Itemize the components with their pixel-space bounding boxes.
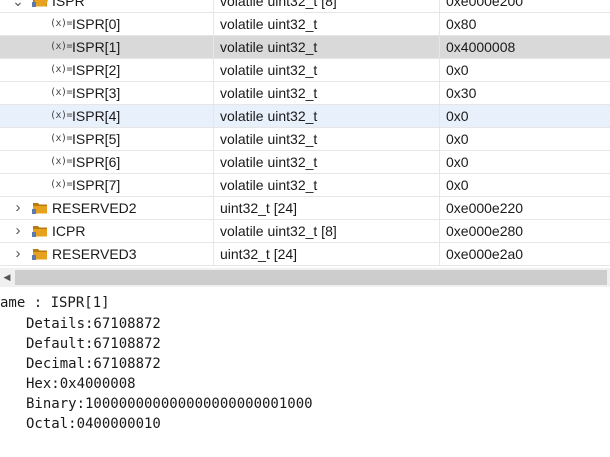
- folder-closed-icon: [32, 226, 47, 237]
- value-cell[interactable]: 0xe000e2a0: [439, 243, 610, 265]
- variable-name: ISPR: [52, 0, 85, 9]
- variable-name: ISPR[6]: [72, 154, 121, 170]
- variable-icon: (x)=: [50, 18, 73, 29]
- name-cell: › RESERVED3: [0, 243, 212, 265]
- tree-row[interactable]: (x)= ISPR[6] volatile uint32_t 0x0: [0, 151, 610, 174]
- tree-row[interactable]: (x)= ISPR[7] volatile uint32_t 0x0: [0, 174, 610, 197]
- value-cell[interactable]: 0xe000e220: [439, 197, 610, 219]
- folder-open-icon: [32, 0, 48, 7]
- chevron-right-icon[interactable]: ›: [12, 197, 24, 219]
- variable-icon: (x)=: [50, 64, 73, 75]
- detail-pane: ame : ISPR[1] Details:67108872 Default:6…: [0, 288, 610, 457]
- tree-row[interactable]: (x)= ISPR[2] volatile uint32_t 0x0: [0, 59, 610, 82]
- variable-name: ICPR: [52, 223, 86, 239]
- name-cell: (x)= ISPR[1]: [0, 36, 212, 58]
- value-cell[interactable]: 0x4000008: [439, 36, 610, 58]
- value-cell[interactable]: 0xe000e200: [439, 0, 610, 12]
- value-cell[interactable]: 0x0: [439, 128, 610, 150]
- chevron-right-icon[interactable]: ›: [12, 243, 24, 265]
- tree-row[interactable]: (x)= ISPR[4] volatile uint32_t 0x0: [0, 105, 610, 128]
- folder-closed-icon: [32, 203, 47, 214]
- variable-name: ISPR[3]: [72, 85, 121, 101]
- value-cell[interactable]: 0x0: [439, 105, 610, 127]
- variable-icon: (x)=: [50, 179, 73, 190]
- variable-name: ISPR[1]: [72, 39, 121, 55]
- variable-name: ISPR[7]: [72, 177, 121, 193]
- variable-icon: (x)=: [50, 133, 73, 144]
- horizontal-scrollbar[interactable]: ◀: [0, 268, 610, 287]
- tree-row[interactable]: (x)= ISPR[3] volatile uint32_t 0x30: [0, 82, 610, 105]
- value-cell[interactable]: 0xe000e280: [439, 220, 610, 242]
- type-cell: volatile uint32_t: [213, 128, 438, 150]
- type-cell: volatile uint32_t [8]: [213, 0, 438, 12]
- type-cell: uint32_t [24]: [213, 197, 438, 219]
- detail-decimal: Decimal:67108872: [26, 356, 161, 372]
- name-cell: (x)= ISPR[6]: [0, 151, 212, 173]
- type-cell: volatile uint32_t: [213, 36, 438, 58]
- variable-icon: (x)=: [50, 41, 73, 52]
- name-cell: › ICPR: [0, 220, 212, 242]
- name-cell: (x)= ISPR[4]: [0, 105, 212, 127]
- detail-name-line: ame : ISPR[1]: [0, 295, 110, 311]
- detail-hex: Hex:0x4000008: [26, 376, 136, 392]
- value-cell[interactable]: 0x0: [439, 59, 610, 81]
- variable-name: ISPR[0]: [72, 16, 121, 32]
- variable-icon: (x)=: [50, 156, 73, 167]
- tree-row[interactable]: ⌄ ISPR volatile uint32_t [8] 0xe000e200: [0, 0, 610, 13]
- detail-details: Details:67108872: [26, 316, 161, 332]
- type-cell: volatile uint32_t: [213, 151, 438, 173]
- value-cell[interactable]: 0x0: [439, 151, 610, 173]
- name-cell: (x)= ISPR[3]: [0, 82, 212, 104]
- tree-row[interactable]: (x)= ISPR[0] volatile uint32_t 0x80: [0, 13, 610, 36]
- type-cell: volatile uint32_t: [213, 82, 438, 104]
- tree-row[interactable]: (x)= ISPR[1] volatile uint32_t 0x4000008: [0, 36, 610, 59]
- variable-icon: (x)=: [50, 110, 73, 121]
- name-cell: (x)= ISPR[2]: [0, 59, 212, 81]
- type-cell: volatile uint32_t: [213, 13, 438, 35]
- type-cell: uint32_t [24]: [213, 243, 438, 265]
- name-cell: (x)= ISPR[0]: [0, 13, 212, 35]
- scroll-left-icon[interactable]: ◀: [0, 268, 14, 287]
- variable-name: ISPR[4]: [72, 108, 121, 124]
- name-cell: › RESERVED2: [0, 197, 212, 219]
- variable-name: RESERVED2: [52, 200, 137, 216]
- type-cell: volatile uint32_t [8]: [213, 220, 438, 242]
- value-cell[interactable]: 0x30: [439, 82, 610, 104]
- value-cell[interactable]: 0x0: [439, 174, 610, 196]
- variable-icon: (x)=: [50, 87, 73, 98]
- tree-row[interactable]: (x)= ISPR[5] volatile uint32_t 0x0: [0, 128, 610, 151]
- type-cell: volatile uint32_t: [213, 105, 438, 127]
- type-cell: volatile uint32_t: [213, 59, 438, 81]
- detail-octal: Octal:0400000010: [26, 416, 161, 432]
- tree-row[interactable]: › RESERVED2 uint32_t [24] 0xe000e220: [0, 197, 610, 220]
- scrollbar-thumb[interactable]: [15, 270, 607, 285]
- detail-default: Default:67108872: [26, 336, 161, 352]
- variables-tree[interactable]: ⌄ ISPR volatile uint32_t [8] 0xe000e200 (x)=…: [0, 0, 610, 268]
- variable-name: RESERVED3: [52, 246, 137, 262]
- variable-name: ISPR[5]: [72, 131, 121, 147]
- type-cell: volatile uint32_t: [213, 174, 438, 196]
- folder-closed-icon: [32, 249, 47, 260]
- variable-name: ISPR[2]: [72, 62, 121, 78]
- chevron-down-icon[interactable]: ⌄: [12, 0, 24, 12]
- tree-row[interactable]: › RESERVED3 uint32_t [24] 0xe000e2a0: [0, 243, 610, 266]
- name-cell: ⌄ ISPR: [0, 0, 212, 12]
- detail-binary: Binary:100000000000000000000001000: [26, 396, 313, 412]
- name-cell: (x)= ISPR[5]: [0, 128, 212, 150]
- tree-row[interactable]: › ICPR volatile uint32_t [8] 0xe000e280: [0, 220, 610, 243]
- chevron-right-icon[interactable]: ›: [12, 220, 24, 242]
- name-cell: (x)= ISPR[7]: [0, 174, 212, 196]
- value-cell[interactable]: 0x80: [439, 13, 610, 35]
